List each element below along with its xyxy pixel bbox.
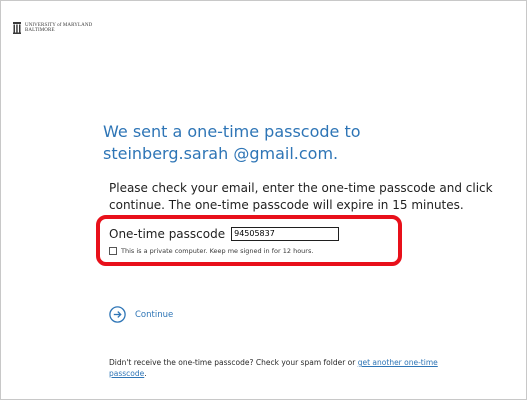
instructions-line-2: continue. The one-time passcode will exp… bbox=[109, 198, 464, 212]
get-another-passcode-link[interactable]: get another one-time bbox=[358, 358, 438, 367]
footer-line-2: passcode. bbox=[109, 368, 509, 379]
continue-button[interactable]: Continue bbox=[109, 306, 173, 323]
otp-label: One-time passcode bbox=[109, 227, 226, 241]
title-line-2: steinberg.sarah @gmail.com. bbox=[103, 144, 339, 163]
remember-me-checkbox[interactable] bbox=[109, 247, 117, 255]
continue-label[interactable]: Continue bbox=[135, 310, 173, 320]
footer-line-1: Didn't receive the one-time passcode? Ch… bbox=[109, 357, 509, 368]
title-line-1: We sent a one-time passcode to bbox=[103, 122, 361, 141]
resend-help-text: Didn't receive the one-time passcode? Ch… bbox=[109, 357, 509, 379]
arrow-circle-right-icon[interactable] bbox=[109, 306, 126, 323]
get-another-passcode-link-cont[interactable]: passcode bbox=[109, 369, 144, 378]
footer-text-after: . bbox=[144, 369, 147, 378]
page-title: We sent a one-time passcode to steinberg… bbox=[103, 121, 463, 165]
instructions-line-1: Please check your email, enter the one-t… bbox=[109, 181, 493, 195]
remember-me-label[interactable]: This is a private computer. Keep me sign… bbox=[121, 247, 313, 255]
instructions-text: Please check your email, enter the one-t… bbox=[109, 180, 493, 214]
logo-line-2: BALTIMORE bbox=[25, 28, 55, 33]
remember-me-row: This is a private computer. Keep me sign… bbox=[109, 246, 313, 256]
otp-input[interactable] bbox=[231, 227, 340, 241]
otp-field-row: One-time passcode bbox=[109, 225, 340, 243]
university-logo-text: UNIVERSITY of MARYLAND BALTIMORE bbox=[25, 23, 92, 33]
page: UNIVERSITY of MARYLAND BALTIMORE We sent… bbox=[0, 0, 527, 400]
university-crest-icon bbox=[13, 22, 21, 34]
footer-text-before: Didn't receive the one-time passcode? Ch… bbox=[109, 358, 358, 367]
header: UNIVERSITY of MARYLAND BALTIMORE bbox=[0, 0, 527, 44]
